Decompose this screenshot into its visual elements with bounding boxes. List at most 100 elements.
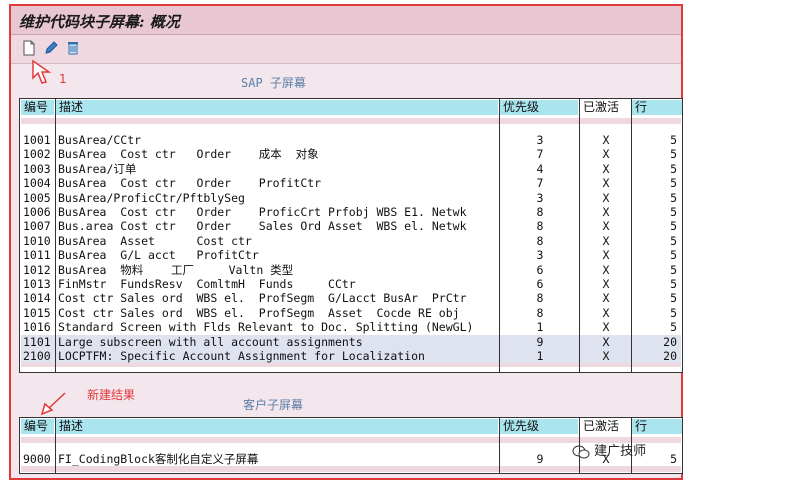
cell-lines: 5 — [670, 320, 677, 335]
col-header-lines[interactable]: 行 — [632, 100, 682, 115]
cell-priority: 6 — [536, 277, 544, 291]
cell-lines: 5 — [670, 219, 677, 234]
cell-number: 1004 — [23, 176, 51, 191]
table-row[interactable]: 1016 Standard Screen with Flds Relevant t… — [21, 320, 681, 334]
table-row[interactable]: 1003 BusArea/订单 4 X 5 — [21, 162, 681, 176]
cell-description: Cost ctr Sales ord WBS el. ProfSegm Asse… — [58, 305, 460, 320]
title-bar: 维护代码块子屏幕: 概况 — [11, 6, 681, 35]
table-row[interactable]: 2100 LOCPTFM: Specific Account Assignment… — [21, 349, 681, 364]
cell-description: LOCPTFM: Specific Account Assignment for… — [58, 349, 425, 363]
cell-priority: 7 — [536, 147, 544, 162]
cell-lines: 20 — [663, 349, 677, 363]
cell-active: X — [602, 161, 610, 176]
cell-priority: 8 — [536, 233, 544, 248]
table-row[interactable]: 1005 BusArea/ProficCtr/PftblySeg 3 X 5 — [21, 191, 681, 205]
table-row[interactable]: 1001 BusArea/CCtr 3 X 5 — [21, 133, 681, 147]
col-header-desc[interactable]: 描述 — [56, 100, 498, 115]
red-diagonal-arrow-icon — [40, 392, 66, 416]
cell-priority: 9 — [536, 334, 544, 349]
header-separator — [21, 118, 681, 124]
red-cursor-arrow-icon — [32, 59, 52, 84]
cell-priority: 3 — [536, 190, 544, 205]
cell-description: FinMstr FundsResv ComltmH Funds CCtr — [58, 277, 356, 291]
cell-lines: 5 — [670, 277, 677, 291]
col-header-lines[interactable]: 行 — [632, 419, 682, 434]
cell-lines: 5 — [670, 262, 677, 277]
col-header-desc[interactable]: 描述 — [56, 419, 498, 434]
table-row[interactable]: 1007 Bus.area Cost ctr Order Sales Ord As… — [21, 219, 681, 233]
cell-lines: 5 — [670, 291, 677, 306]
cell-active: X — [602, 291, 610, 306]
cell-active: X — [602, 262, 610, 277]
cell-priority: 1 — [536, 349, 544, 363]
cell-lines: 5 — [670, 133, 677, 147]
wechat-watermark: 建广技师 — [572, 440, 646, 459]
cell-priority: 4 — [536, 161, 544, 176]
pencil-edit-icon[interactable] — [43, 40, 59, 56]
table-row[interactable]: 1006 BusArea Cost ctr Order ProficCrt Prf… — [21, 205, 681, 219]
cell-number: 1014 — [23, 291, 51, 306]
cell-priority: 6 — [536, 262, 544, 277]
cell-active: X — [602, 219, 610, 234]
cell-active: X — [602, 349, 610, 363]
table-row[interactable]: 1015 Cost ctr Sales ord WBS el. ProfSegm … — [21, 306, 681, 320]
cell-number: 1011 — [23, 248, 51, 263]
watermark-text: 建广技师 — [594, 444, 647, 459]
sap-section-title: SAP 子屏幕 — [241, 76, 306, 90]
sap-subscreen-table: 编号 描述 优先级 已激活 行 1001 BusArea/CCtr 3 X 5 1002 B… — [19, 98, 683, 373]
cell-number: 1006 — [23, 205, 51, 219]
cell-active: X — [602, 334, 610, 349]
table-row[interactable]: 1101 Large subscreen with all account ass… — [21, 334, 681, 349]
cell-lines: 5 — [670, 305, 677, 320]
cell-description: Cost ctr Sales ord WBS el. ProfSegm G/La… — [58, 291, 467, 306]
col-header-priority[interactable]: 优先级 — [500, 419, 578, 434]
cell-lines: 5 — [670, 248, 677, 263]
table-row[interactable]: 1012 BusArea 物料 工厂 Valtn 类型 6 X 5 — [21, 263, 681, 277]
cell-priority: 9 — [536, 452, 544, 466]
cell-number: 2100 — [23, 349, 51, 363]
cell-description: BusArea G/L acct ProfitCtr — [58, 248, 259, 263]
table-header: 编号 描述 优先级 已激活 行 — [20, 418, 682, 435]
cell-priority: 8 — [536, 205, 544, 219]
cell-description: BusArea Cost ctr Order ProficCrt Prfobj … — [58, 205, 467, 219]
new-document-icon[interactable] — [21, 40, 37, 56]
cell-number: 1013 — [23, 277, 51, 291]
cell-lines: 5 — [670, 147, 677, 162]
cell-description: Standard Screen with Flds Relevant to Do… — [58, 320, 474, 335]
cell-priority: 7 — [536, 176, 544, 191]
table-row[interactable]: 1014 Cost ctr Sales ord WBS el. ProfSegm … — [21, 291, 681, 305]
table-row[interactable]: 1002 BusArea Cost ctr Order 成本 对象 7 X 5 — [21, 147, 681, 161]
footer-strip — [21, 466, 681, 472]
column-divider — [579, 99, 580, 372]
cell-number: 1005 — [23, 190, 51, 205]
cell-description: Bus.area Cost ctr Order Sales Ord Asset … — [58, 219, 467, 234]
cell-active: X — [602, 248, 610, 263]
col-header-no[interactable]: 编号 — [21, 419, 54, 434]
cell-number: 1007 — [23, 219, 51, 234]
column-divider — [631, 99, 632, 372]
cell-priority: 1 — [536, 320, 544, 335]
table-row[interactable]: 1013 FinMstr FundsResv ComltmH Funds CCtr… — [21, 277, 681, 291]
column-divider — [499, 99, 500, 372]
col-header-active[interactable]: 已激活 — [580, 419, 630, 434]
cell-number: 1003 — [23, 161, 51, 176]
cell-description: BusArea/CCtr — [58, 133, 142, 147]
cell-active: X — [602, 190, 610, 205]
cell-number: 9000 — [23, 452, 51, 466]
table-row[interactable]: 1011 BusArea G/L acct ProfitCtr 3 X 5 — [21, 248, 681, 262]
wechat-icon — [572, 445, 590, 459]
cell-number: 1001 — [23, 133, 51, 147]
table-row[interactable]: 1010 BusArea Asset Cost ctr 8 X 5 — [21, 234, 681, 248]
col-header-priority[interactable]: 优先级 — [500, 100, 578, 115]
cell-number: 1002 — [23, 147, 51, 162]
cell-active: X — [602, 176, 610, 191]
cell-description: BusArea Cost ctr Order ProfitCtr — [58, 176, 322, 191]
trash-icon[interactable] — [65, 40, 81, 56]
subscreen-window: 维护代码块子屏幕: 概况 1 SAP 子屏幕 编号 描述 优先级 已激活 行 1… — [9, 4, 683, 480]
table-header: 编号 描述 优先级 已激活 行 — [20, 99, 682, 116]
col-header-no[interactable]: 编号 — [21, 100, 54, 115]
cell-number: 1101 — [23, 334, 51, 349]
cell-lines: 20 — [663, 334, 677, 349]
col-header-active[interactable]: 已激活 — [580, 100, 630, 115]
table-row[interactable]: 1004 BusArea Cost ctr Order ProfitCtr 7 X 5 — [21, 176, 681, 190]
